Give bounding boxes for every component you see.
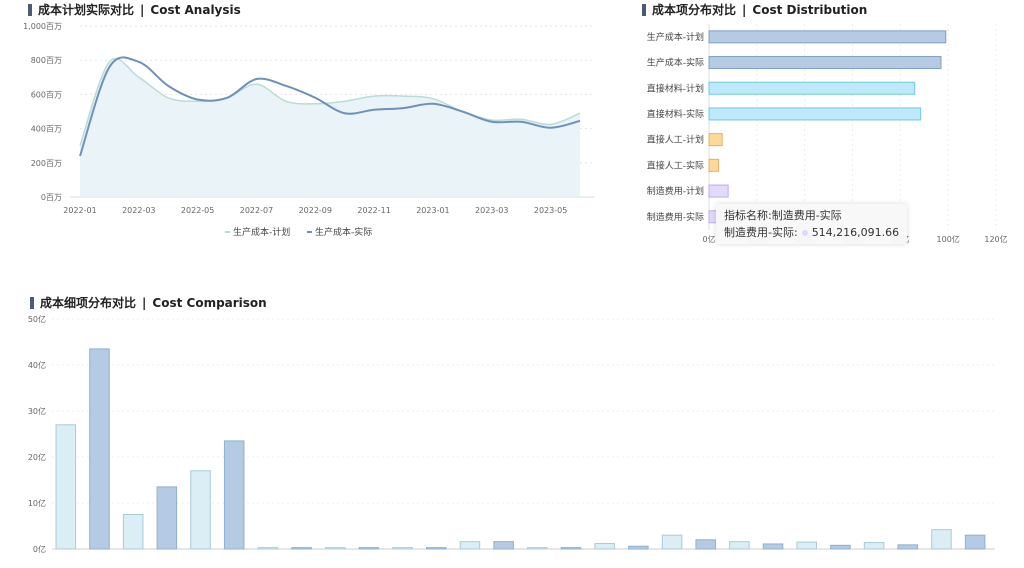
x-tick-label: 0亿 (702, 234, 715, 244)
bar (708, 30, 947, 44)
series-area (80, 58, 580, 197)
bar (358, 547, 380, 550)
y-tick-label: 0百万 (41, 193, 62, 202)
bar (964, 534, 986, 550)
charts-canvas: 0百万 200百万 400百万 600百万 800百万 1,000百万 2022-01 202… (23, 22, 1008, 554)
bar (762, 543, 784, 550)
bar (628, 545, 649, 550)
bar (796, 541, 818, 550)
bar (459, 541, 481, 550)
bar (89, 348, 110, 550)
bar (392, 547, 413, 550)
y-category-label: 生产成本-实际 (647, 57, 704, 69)
y-tick-label: 1,000百万 (23, 22, 62, 31)
bar (55, 424, 77, 550)
x-tick-label: 2022-01 (63, 206, 96, 215)
y-tick-label: 50亿 (28, 314, 46, 324)
x-tick-label: 2022-07 (240, 206, 273, 215)
x-tick-label: 2023-05 (534, 206, 567, 215)
x-tick-label: 100亿 (937, 234, 960, 244)
x-tick-label: 2022-05 (181, 206, 214, 215)
x-tick-label: 120亿 (984, 234, 1007, 244)
y-category-label: 直接人工-实际 (647, 159, 704, 171)
x-tick-label: 2023-03 (475, 206, 508, 215)
bar (863, 542, 885, 550)
bar (190, 470, 211, 550)
bar (897, 544, 919, 550)
bar (594, 542, 615, 550)
bar (527, 547, 548, 550)
y-tick-label: 800百万 (31, 56, 62, 65)
bar (708, 107, 922, 121)
bar (931, 529, 952, 550)
bar (560, 547, 582, 550)
y-tick-label: 200百万 (31, 159, 62, 168)
y-category-label: 直接材料-实际 (647, 108, 704, 120)
tooltip: 指标名称:制造费用-实际 制造费用-实际: 514,216,091.66 (716, 204, 908, 244)
bar (122, 514, 144, 550)
bar (257, 547, 279, 550)
bar (426, 547, 447, 550)
y-tick-label: 400百万 (31, 125, 62, 134)
x-tick-label: 2022-09 (299, 206, 332, 215)
bar (223, 440, 245, 550)
bar (729, 541, 750, 550)
y-tick-label: 40亿 (28, 360, 46, 370)
bar (695, 539, 716, 550)
y-tick-label: 0亿 (33, 544, 46, 554)
y-category-label: 制造费用-计划 (647, 185, 704, 197)
bar (291, 547, 312, 550)
y-category-label: 生产成本-计划 (647, 31, 704, 43)
bar (708, 158, 720, 172)
bar (493, 541, 514, 550)
legend-item: 生产成本-实际 (315, 226, 372, 238)
x-tick-label: 2023-01 (416, 206, 449, 215)
bar (156, 486, 178, 550)
legend-item: 生产成本-计划 (233, 226, 290, 238)
y-category-label: 制造费用-实际 (647, 211, 704, 223)
bar (324, 547, 346, 550)
y-category-label: 直接人工-计划 (647, 134, 704, 146)
bar (830, 544, 851, 550)
bar (708, 133, 723, 147)
series-marker-icon (801, 230, 808, 236)
y-category-label: 直接材料-计划 (647, 82, 704, 94)
y-tick-label: 600百万 (31, 90, 62, 99)
y-tick-label: 10亿 (28, 498, 46, 508)
bar (708, 56, 942, 70)
x-tick-label: 2022-03 (122, 206, 155, 215)
bar (661, 534, 683, 550)
bar (708, 184, 729, 198)
y-tick-label: 30亿 (28, 406, 46, 416)
y-tick-label: 20亿 (28, 452, 46, 462)
bar (708, 81, 916, 95)
x-tick-label: 2022-11 (357, 206, 390, 215)
